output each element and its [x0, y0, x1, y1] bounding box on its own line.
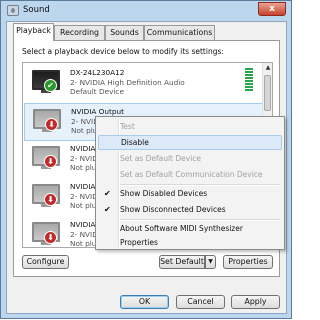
down-arrow-icon: ⬇: [44, 231, 57, 244]
tab-recording[interactable]: Recording: [54, 25, 105, 40]
scroll-thumb[interactable]: [264, 75, 271, 111]
menu-item-show-disabled-devices[interactable]: ✔ Show Disabled Devices: [98, 186, 282, 201]
down-arrow-icon: ⬇: [45, 118, 58, 131]
device-name: DX-24L230A12: [70, 68, 125, 77]
menu-item-properties[interactable]: Properties: [98, 235, 282, 250]
down-arrow-icon: ⬇: [44, 155, 57, 168]
set-default-button[interactable]: Set Default: [159, 255, 205, 269]
check-icon: ✔: [44, 79, 57, 92]
close-button[interactable]: x: [258, 2, 286, 16]
window-title: Sound: [23, 5, 50, 15]
checkmark-icon: ✔: [104, 189, 111, 198]
volume-level-meter: [245, 68, 253, 92]
down-arrow-icon: ⬇: [44, 193, 57, 206]
properties-button[interactable]: Properties: [223, 255, 273, 269]
menu-item-show-disconnected-devices[interactable]: ✔ Show Disconnected Devices: [98, 202, 282, 217]
set-default-dropdown-icon[interactable]: ▼: [205, 255, 216, 269]
menu-item-set-default-communication-device[interactable]: Set as Default Communication Device: [98, 167, 282, 182]
device-state: Default Device: [70, 87, 124, 96]
menu-item-test[interactable]: Test: [98, 119, 282, 134]
device-driver: 2- NVIDIA High Definition Audio: [70, 77, 185, 87]
ok-button[interactable]: OK: [120, 295, 169, 309]
configure-button[interactable]: Configure: [22, 255, 69, 269]
apply-button[interactable]: Apply: [231, 295, 280, 309]
menu-item-disable[interactable]: Disable: [98, 135, 282, 150]
tab-communications[interactable]: Communications: [144, 25, 215, 40]
device-context-menu: Test Disable Set as Default Device Set a…: [95, 116, 285, 250]
instructions-text: Select a playback device below to modify…: [22, 47, 224, 56]
menu-item-set-default-device[interactable]: Set as Default Device: [98, 151, 282, 166]
menu-item-about-midi-synthesizer[interactable]: About Software MIDI Synthesizer: [98, 221, 282, 236]
tab-sounds[interactable]: Sounds: [105, 25, 144, 40]
scroll-up-icon[interactable]: ▲: [263, 63, 272, 73]
tab-playback[interactable]: Playback: [13, 23, 54, 41]
checkmark-icon: ✔: [104, 205, 111, 214]
device-item[interactable]: ✔ DX-24L230A12 2- NVIDIA High Definition…: [24, 65, 263, 103]
title-bar[interactable]: Sound x: [1, 1, 291, 21]
speaker-icon: [7, 5, 19, 16]
cancel-button[interactable]: Cancel: [176, 295, 225, 309]
